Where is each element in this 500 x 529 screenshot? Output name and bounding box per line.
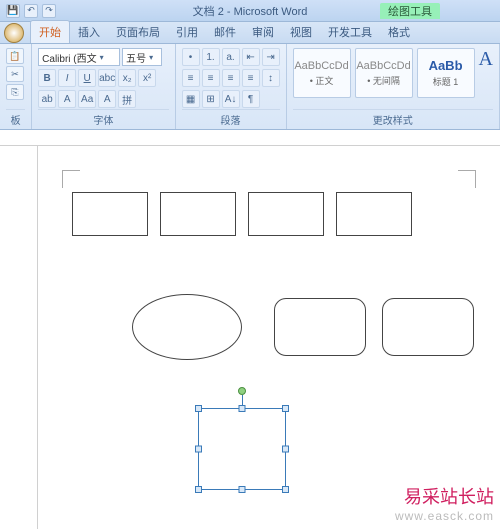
font-color-button[interactable]: A bbox=[58, 90, 76, 108]
resize-handle-s[interactable] bbox=[239, 486, 246, 493]
group-styles-label: 更改样式 bbox=[293, 109, 493, 127]
shape-rounded-rect-1[interactable] bbox=[274, 298, 366, 356]
document-canvas[interactable] bbox=[0, 146, 500, 529]
font-name-combo[interactable]: Calibri (西文 bbox=[38, 48, 120, 66]
window-title: 文档 2 - Microsoft Word bbox=[193, 3, 308, 19]
margin-corner-tl bbox=[62, 170, 80, 188]
shading-button[interactable]: ▦ bbox=[182, 90, 200, 108]
vertical-ruler[interactable] bbox=[22, 146, 38, 529]
resize-handle-e[interactable] bbox=[282, 446, 289, 453]
group-font-label: 字体 bbox=[38, 109, 168, 127]
multilevel-button[interactable]: a. bbox=[222, 48, 240, 66]
tab-format[interactable]: 格式 bbox=[380, 21, 418, 43]
office-button[interactable] bbox=[4, 23, 24, 43]
resize-handle-sw[interactable] bbox=[195, 486, 202, 493]
shape-rect-2[interactable] bbox=[160, 192, 236, 236]
highlight-button[interactable]: ab bbox=[38, 90, 56, 108]
tab-mailings[interactable]: 邮件 bbox=[206, 21, 244, 43]
style-no-spacing[interactable]: AaBbCcDd • 无间隔 bbox=[355, 48, 413, 98]
cut-icon[interactable]: ✂ bbox=[6, 66, 24, 82]
numbering-button[interactable]: 1. bbox=[202, 48, 220, 66]
justify-button[interactable]: ≡ bbox=[242, 69, 260, 87]
context-tab-drawing-tools[interactable]: 绘图工具 bbox=[380, 3, 440, 19]
tab-review[interactable]: 审阅 bbox=[244, 21, 282, 43]
phonetic-button[interactable]: 拼 bbox=[118, 90, 136, 108]
resize-handle-n[interactable] bbox=[239, 405, 246, 412]
ribbon: 📋 ✂ ⎘ 板 Calibri (西文 五号 B I U abc x₂ x² a… bbox=[0, 44, 500, 130]
watermark: 易采站长站 www.easck.com bbox=[395, 483, 494, 523]
clear-format-button[interactable]: Aa bbox=[78, 90, 96, 108]
title-bar: 💾 ↶ ↷ 文档 2 - Microsoft Word 绘图工具 bbox=[0, 0, 500, 22]
group-paragraph-label: 段落 bbox=[182, 109, 280, 127]
page bbox=[38, 146, 500, 529]
underline-button[interactable]: U bbox=[78, 69, 96, 87]
indent-dec-button[interactable]: ⇤ bbox=[242, 48, 260, 66]
indent-inc-button[interactable]: ⇥ bbox=[262, 48, 280, 66]
tab-view[interactable]: 视图 bbox=[282, 21, 320, 43]
copy-icon[interactable]: ⎘ bbox=[6, 84, 24, 100]
tab-references[interactable]: 引用 bbox=[168, 21, 206, 43]
qat-undo-icon[interactable]: ↶ bbox=[24, 4, 38, 18]
change-styles-button[interactable]: A bbox=[479, 48, 493, 71]
resize-handle-w[interactable] bbox=[195, 446, 202, 453]
shape-rect-4[interactable] bbox=[336, 192, 412, 236]
qat-save-icon[interactable]: 💾 bbox=[6, 4, 20, 18]
margin-corner-tr bbox=[458, 170, 476, 188]
ribbon-tabs: 开始 插入 页面布局 引用 邮件 审阅 视图 开发工具 格式 bbox=[0, 22, 500, 44]
rotate-handle[interactable] bbox=[238, 387, 246, 395]
change-styles-icon: A bbox=[479, 48, 493, 71]
resize-handle-ne[interactable] bbox=[282, 405, 289, 412]
strike-button[interactable]: abc bbox=[98, 69, 116, 87]
qat-redo-icon[interactable]: ↷ bbox=[42, 4, 56, 18]
paste-icon[interactable]: 📋 bbox=[6, 48, 24, 64]
superscript-button[interactable]: x² bbox=[138, 69, 156, 87]
char-border-button[interactable]: A bbox=[98, 90, 116, 108]
shape-rounded-rect-2[interactable] bbox=[382, 298, 474, 356]
shape-ellipse[interactable] bbox=[132, 294, 242, 360]
shape-rect-3[interactable] bbox=[248, 192, 324, 236]
tab-insert[interactable]: 插入 bbox=[70, 21, 108, 43]
line-spacing-button[interactable]: ↕ bbox=[262, 69, 280, 87]
horizontal-ruler[interactable] bbox=[0, 130, 500, 146]
resize-handle-nw[interactable] bbox=[195, 405, 202, 412]
group-clipboard-label: 板 bbox=[6, 109, 25, 127]
tab-home[interactable]: 开始 bbox=[30, 20, 70, 43]
bold-button[interactable]: B bbox=[38, 69, 56, 87]
style-heading1[interactable]: AaBb 标题 1 bbox=[417, 48, 475, 98]
style-normal[interactable]: AaBbCcDd • 正文 bbox=[293, 48, 351, 98]
resize-handle-se[interactable] bbox=[282, 486, 289, 493]
align-left-button[interactable]: ≡ bbox=[182, 69, 200, 87]
borders-button[interactable]: ⊞ bbox=[202, 90, 220, 108]
italic-button[interactable]: I bbox=[58, 69, 76, 87]
tab-developer[interactable]: 开发工具 bbox=[320, 21, 380, 43]
show-marks-button[interactable]: ¶ bbox=[242, 90, 260, 108]
shape-rect-1[interactable] bbox=[72, 192, 148, 236]
align-center-button[interactable]: ≡ bbox=[202, 69, 220, 87]
tab-page-layout[interactable]: 页面布局 bbox=[108, 21, 168, 43]
align-right-button[interactable]: ≡ bbox=[222, 69, 240, 87]
font-size-combo[interactable]: 五号 bbox=[122, 48, 162, 66]
bullets-button[interactable]: • bbox=[182, 48, 200, 66]
subscript-button[interactable]: x₂ bbox=[118, 69, 136, 87]
shape-square-selected[interactable] bbox=[198, 408, 286, 490]
sort-button[interactable]: A↓ bbox=[222, 90, 240, 108]
